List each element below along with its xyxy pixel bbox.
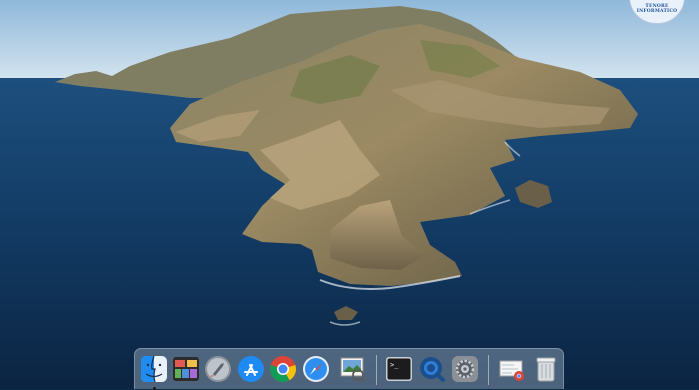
terminal-prompt: >_ <box>390 361 399 369</box>
dock-app-quicktime[interactable] <box>418 355 446 383</box>
dock: >_ <box>134 348 564 390</box>
downloads-stack-icon <box>499 360 524 381</box>
dock-app-chrome[interactable] <box>269 355 297 383</box>
launchpad-icon <box>205 356 231 382</box>
safari-icon <box>303 356 329 382</box>
system-preferences-icon <box>452 356 478 382</box>
dock-app-trash[interactable] <box>532 355 560 383</box>
dock-app-mission-control[interactable] <box>172 355 200 383</box>
mission-control-icon <box>173 357 199 381</box>
chrome-icon <box>270 356 296 383</box>
dock-app-launchpad[interactable] <box>204 355 232 383</box>
terminal-icon: >_ <box>386 357 412 381</box>
dock-app-app-store[interactable] <box>237 355 265 383</box>
quicktime-icon <box>420 357 445 382</box>
dock-app-preview[interactable] <box>338 355 366 383</box>
trash-icon <box>536 357 556 382</box>
desktop-wallpaper <box>0 0 699 389</box>
watermark-line2: INFORMATICO <box>636 9 678 14</box>
dock-separator <box>488 355 489 385</box>
dock-app-safari[interactable] <box>302 355 330 383</box>
dock-app-system-preferences[interactable] <box>451 355 479 383</box>
dock-separator <box>376 355 377 385</box>
dock-stack-downloads[interactable] <box>498 355 526 383</box>
dock-app-finder[interactable] <box>140 355 168 390</box>
preview-icon <box>340 357 365 382</box>
dock-app-terminal[interactable]: >_ <box>385 355 413 383</box>
finder-icon <box>141 355 167 383</box>
app-store-icon <box>238 356 264 382</box>
